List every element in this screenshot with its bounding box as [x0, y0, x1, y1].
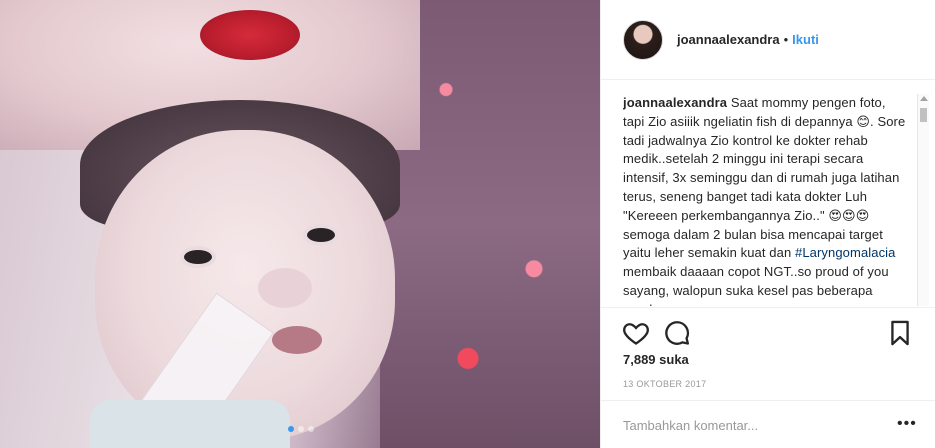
- post-photo[interactable]: [0, 0, 600, 448]
- post-date: 13 OKTOBER 2017: [623, 379, 707, 389]
- photo-baby-face: [95, 130, 395, 440]
- caption-text-continued: membaik daaaan copot NGT..so proud of yo…: [623, 264, 889, 306]
- post-header: joannaalexandra • Ikuti: [601, 0, 935, 80]
- caption-scrollbar[interactable]: [917, 94, 929, 306]
- photo-baby-eye-left: [180, 246, 216, 268]
- comment-bar: •••: [601, 400, 935, 448]
- post-caption: joannaalexandra Saat mommy pengen foto, …: [623, 94, 908, 306]
- avatar[interactable]: [623, 19, 663, 60]
- post-details-panel: joannaalexandra • Ikuti joannaalexandra …: [600, 0, 935, 448]
- photo-baby-mouth: [272, 326, 322, 354]
- comment-input[interactable]: [623, 415, 883, 435]
- caption-hashtag-link[interactable]: #Laryngomalacia: [795, 245, 896, 260]
- scroll-up-arrow-icon[interactable]: [920, 96, 928, 101]
- scrollbar-thumb[interactable]: [920, 108, 927, 122]
- carousel-dot[interactable]: [308, 426, 314, 432]
- heart-icon[interactable]: [622, 319, 650, 347]
- carousel-dot[interactable]: [298, 426, 304, 432]
- carousel-indicator: [288, 426, 314, 432]
- follow-button[interactable]: Ikuti: [792, 32, 819, 47]
- photo-lips: [200, 10, 300, 60]
- more-options-icon[interactable]: •••: [897, 415, 917, 433]
- caption-username-link[interactable]: joannaalexandra: [623, 95, 727, 110]
- photo-baby-eye-right: [303, 224, 339, 246]
- bookmark-icon[interactable]: [886, 319, 914, 347]
- comment-icon[interactable]: [663, 319, 691, 347]
- photo-blanket: [90, 400, 290, 448]
- header-separator: •: [783, 32, 789, 47]
- photo-baby-nose: [258, 268, 312, 308]
- username-link[interactable]: joannaalexandra: [677, 32, 780, 47]
- post-actions: [601, 307, 935, 355]
- caption-text: Saat mommy pengen foto, tapi Zio asiiik …: [623, 95, 906, 261]
- like-count[interactable]: 7,889 suka: [623, 352, 689, 367]
- carousel-dot-active[interactable]: [288, 426, 294, 432]
